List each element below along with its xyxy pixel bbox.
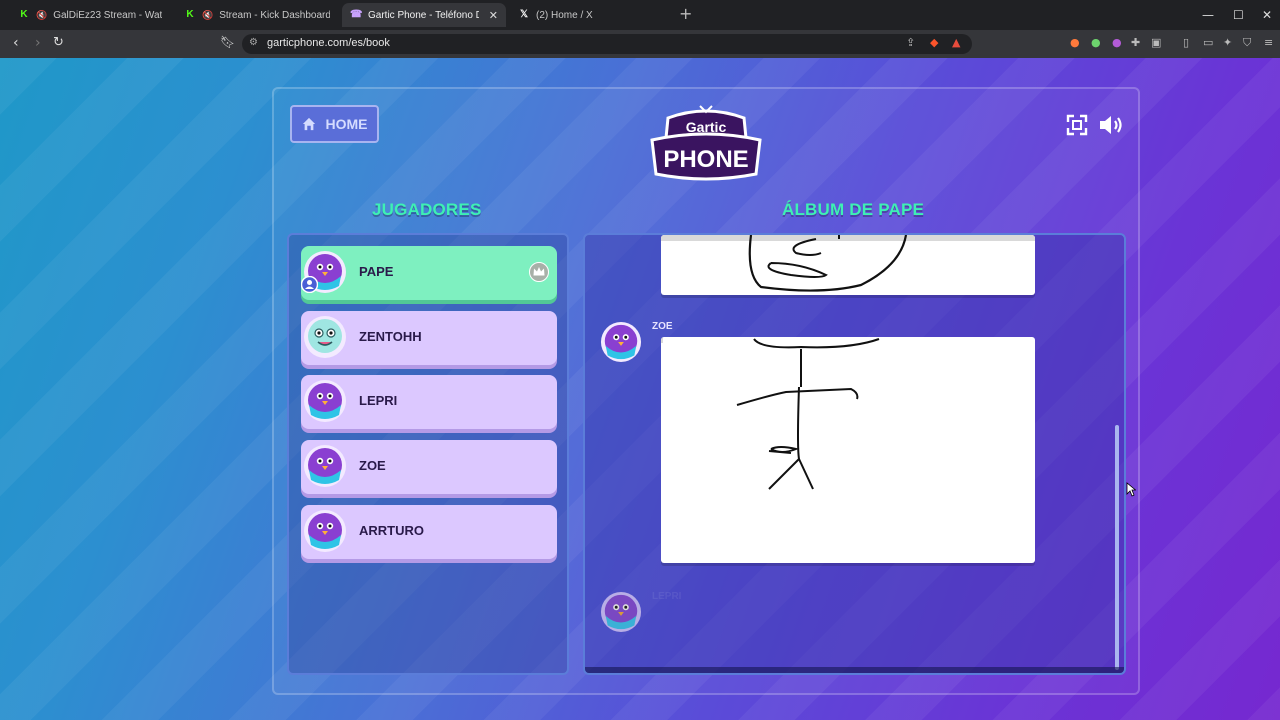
browser-tab-3-active[interactable]: ☎ Gartic Phone - Teléfono Descon ✕ — [342, 3, 506, 27]
tab-label: Stream - Kick Dashboard — [219, 9, 330, 21]
home-label: HOME — [325, 116, 368, 132]
album-panel: ZOE LEPRI — [583, 233, 1126, 675]
player-row-pape[interactable]: PAPE — [301, 246, 557, 300]
drawing-canvas — [661, 337, 1035, 563]
player-name: PAPE — [359, 264, 394, 279]
logo-top-text: Gartic — [686, 119, 727, 135]
album-title: ÁLBUM DE PAPE — [782, 200, 925, 219]
player-row-lepri[interactable]: LEPRI — [301, 375, 557, 429]
x-icon: 𝕏 — [519, 9, 529, 20]
kick-icon: K — [186, 9, 194, 20]
maximize-icon[interactable]: ☐ — [1233, 8, 1244, 22]
bird-avatar-icon — [600, 321, 642, 363]
player-name: ZOE — [359, 458, 386, 473]
extensions-puzzle-icon[interactable]: ✚ — [1131, 36, 1140, 49]
brave-shield-icon[interactable]: ◆ — [930, 36, 938, 49]
url-text: garticphone.com/es/book — [267, 37, 390, 49]
extension-icon[interactable]: ▣ — [1151, 36, 1161, 49]
gartic-icon: ☎ — [350, 9, 363, 20]
back-icon[interactable]: ‹ — [13, 35, 19, 51]
extension-icon[interactable]: ● — [1091, 36, 1101, 49]
sidebar-icon[interactable]: ▯ — [1183, 36, 1189, 49]
site-info-icon[interactable]: ⚙︎ — [249, 37, 258, 48]
album-bottom-bar — [585, 667, 1124, 673]
close-tab-icon[interactable]: ✕ — [489, 9, 498, 22]
mouse-cursor-icon — [1126, 482, 1136, 497]
bird-avatar-icon — [304, 445, 346, 487]
fullscreen-icon[interactable] — [1065, 113, 1089, 137]
wallet-icon[interactable]: ▭ — [1203, 36, 1213, 49]
brave-rewards-icon[interactable]: ▲ — [952, 36, 960, 49]
new-tab-button[interactable]: + — [679, 6, 692, 22]
player-row-arrturo[interactable]: ARRTURO — [301, 505, 557, 559]
address-bar[interactable]: ⚙︎ garticphone.com/es/book ⇪ ◆ ▲ — [242, 34, 972, 54]
browser-tab-4[interactable]: 𝕏 (2) Home / X — [510, 3, 670, 27]
bird-avatar-icon — [304, 510, 346, 552]
album-author: LEPRI — [652, 591, 682, 602]
extension-icon[interactable]: ● — [1070, 36, 1080, 49]
browser-tab-1[interactable]: K 🔇 GalDiEz23 Stream - Watch Live o — [10, 3, 170, 27]
player-name: LEPRI — [359, 393, 398, 408]
players-panel: PAPE ZENTOHH LEPRI ZOE ARRTURO — [287, 233, 569, 675]
browser-toolbar: ‹ › ↻ 🔖︎ ⚙︎ garticphone.com/es/book ⇪ ◆ … — [0, 30, 1280, 58]
leo-ai-icon[interactable]: ✦ — [1223, 36, 1232, 49]
player-row-zentohh[interactable]: ZENTOHH — [301, 311, 557, 365]
album-author: ZOE — [652, 321, 673, 332]
gartic-page: HOME Gartic PHONE JUGADORES ÁLBUM DE PAP… — [0, 58, 1280, 720]
browser-tab-bar: K 🔇 GalDiEz23 Stream - Watch Live o K 🔇 … — [0, 0, 1280, 30]
vpn-icon[interactable]: ⛉ — [1243, 36, 1251, 50]
logo-bottom-text: PHONE — [663, 146, 748, 173]
browser-tab-2[interactable]: K 🔇 Stream - Kick Dashboard — [176, 3, 338, 27]
tab-label: GalDiEz23 Stream - Watch Live o — [53, 9, 162, 21]
player-name: ARRTURO — [359, 523, 424, 538]
mute-icon[interactable]: 🔇 — [36, 10, 47, 21]
bird-avatar-icon — [304, 380, 346, 422]
home-button[interactable]: HOME — [290, 105, 379, 143]
extension-icon[interactable]: ● — [1112, 36, 1122, 49]
players-title: JUGADORES — [372, 200, 482, 219]
player-name: ZENTOHH — [359, 329, 422, 344]
bookmark-icon[interactable]: 🔖︎ — [220, 35, 235, 49]
menu-icon[interactable]: ≡ — [1264, 36, 1273, 49]
sound-icon[interactable] — [1098, 113, 1126, 137]
home-icon — [302, 117, 315, 131]
gartic-phone-logo: Gartic PHONE — [650, 105, 762, 181]
tab-label: Gartic Phone - Teléfono Descon — [368, 9, 479, 21]
player-row-zoe[interactable]: ZOE — [301, 440, 557, 494]
kick-icon: K — [20, 9, 28, 20]
bird-avatar-icon — [600, 591, 642, 633]
reload-icon[interactable]: ↻ — [53, 35, 64, 50]
drawing-canvas — [661, 235, 1035, 295]
ghost-avatar-icon — [304, 316, 346, 358]
share-icon[interactable]: ⇪ — [906, 36, 915, 49]
you-badge-icon — [301, 276, 318, 293]
minimize-icon[interactable]: — — [1202, 8, 1214, 22]
host-crown-icon — [529, 262, 549, 282]
forward-icon[interactable]: › — [35, 35, 41, 51]
close-window-icon[interactable]: ✕ — [1262, 8, 1272, 22]
tab-label: (2) Home / X — [536, 9, 593, 21]
album-scrollbar[interactable] — [1115, 425, 1119, 670]
mute-icon[interactable]: 🔇 — [202, 10, 213, 21]
